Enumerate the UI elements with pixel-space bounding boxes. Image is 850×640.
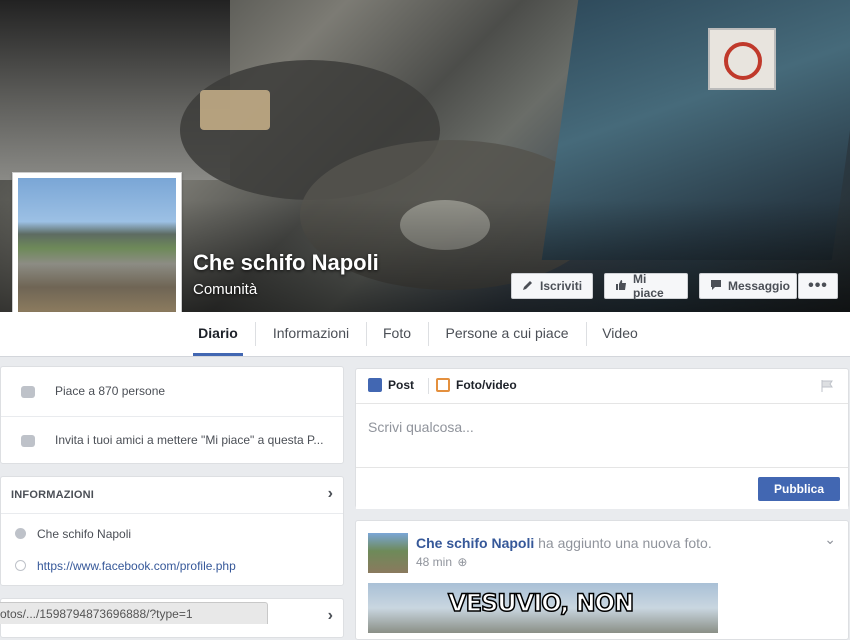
page-title[interactable]: Che schifo Napoli [193,250,379,276]
chevron-down-icon[interactable]: ⌄ [824,531,836,548]
more-options-button[interactable]: ••• [798,273,838,299]
tab-divider [366,322,367,346]
subscribe-label: Iscriviti [540,279,583,293]
post-meta: 48 min ⊕ [416,555,467,569]
post-tab[interactable]: Post [368,378,414,392]
speech-bubble-icon [710,279,722,294]
info-header[interactable]: INFORMAZIONI [11,489,94,501]
flag-icon[interactable] [820,379,834,398]
info-url-row: https://www.facebook.com/profile.php [1,559,343,575]
post-image-caption: VESUVIO, NON [447,588,635,618]
info-name-row: Che schifo Napoli [1,527,343,543]
globe-icon: ⊕ [457,555,468,569]
likes-row[interactable]: Piace a 870 persone [1,384,343,400]
info-card: INFORMAZIONI › Che schifo Napoli https:/… [0,476,344,586]
photo-icon [436,378,450,392]
profile-image [18,178,176,334]
composer-card: Post Foto/video Scrivi qualcosa... Pubbl… [355,368,849,509]
cover-box [200,90,270,130]
tab-persone[interactable]: Persone a cui piace [438,312,576,355]
likes-card: Piace a 870 persone Invita i tuoi amici … [0,366,344,464]
page-category: Comunità [193,281,258,298]
post-author[interactable]: Che schifo Napoli [416,535,534,551]
divider [1,513,343,514]
post-tab-label: Post [388,378,415,392]
photo-video-tab[interactable]: Foto/video [436,378,517,392]
divider [356,403,848,404]
tab-divider [255,322,256,346]
tab-divider [428,322,429,346]
likes-count-text: Piace a 870 persone [55,384,166,398]
message-label: Messaggio [728,279,791,293]
post-avatar[interactable] [368,533,408,573]
pencil-icon [522,279,534,294]
browser-status-url: otos/.../1598794873696888/?type=1 [0,602,268,624]
pencil-icon [368,378,382,392]
tab-foto[interactable]: Foto [374,312,420,355]
tab-informazioni[interactable]: Informazioni [264,312,358,355]
composer-input[interactable]: Scrivi qualcosa... [368,419,474,435]
post-card: Che schifo Napoli ha aggiunto una nuova … [355,520,849,640]
composer-footer: Pubblica [356,467,848,509]
tab-diario[interactable]: Diario [193,312,243,356]
post-image[interactable]: VESUVIO, NON [368,583,718,633]
message-button[interactable]: Messaggio [699,273,797,299]
globe-icon [15,560,26,571]
subscribe-button[interactable]: Iscriviti [511,273,593,299]
chevron-right-icon[interactable]: › [328,485,333,503]
divider [1,416,343,417]
post-time[interactable]: 48 min [416,555,452,569]
more-dots-icon: ••• [808,277,828,294]
cover-sign [708,28,776,90]
publish-button[interactable]: Pubblica [758,477,840,501]
info-url-link[interactable]: https://www.facebook.com/profile.php [37,559,236,573]
cover-actions: Iscriviti Mi piace Messaggio [511,272,797,300]
people-icon [21,386,35,398]
post-header: Che schifo Napoli ha aggiunto una nuova … [416,535,712,551]
add-friend-icon [21,435,35,447]
invite-text: Invita i tuoi amici a mettere "Mi piace"… [55,433,324,447]
thumbs-up-icon [615,279,627,294]
tab-video[interactable]: Video [596,312,644,355]
info-name: Che schifo Napoli [37,527,132,541]
tab-divider [586,322,587,346]
post-action: ha aggiunto una nuova foto. [538,535,712,551]
tab-divider [428,378,429,394]
like-page-button[interactable]: Mi piace [604,272,688,300]
info-icon [15,528,26,539]
like-label: Mi piace [633,272,664,300]
photo-video-tab-label: Foto/video [456,378,517,392]
chevron-right-icon[interactable]: › [328,607,333,625]
invite-row[interactable]: Invita i tuoi amici a mettere "Mi piace"… [1,433,343,449]
page-tabs: Diario Informazioni Foto Persone a cui p… [0,312,850,357]
